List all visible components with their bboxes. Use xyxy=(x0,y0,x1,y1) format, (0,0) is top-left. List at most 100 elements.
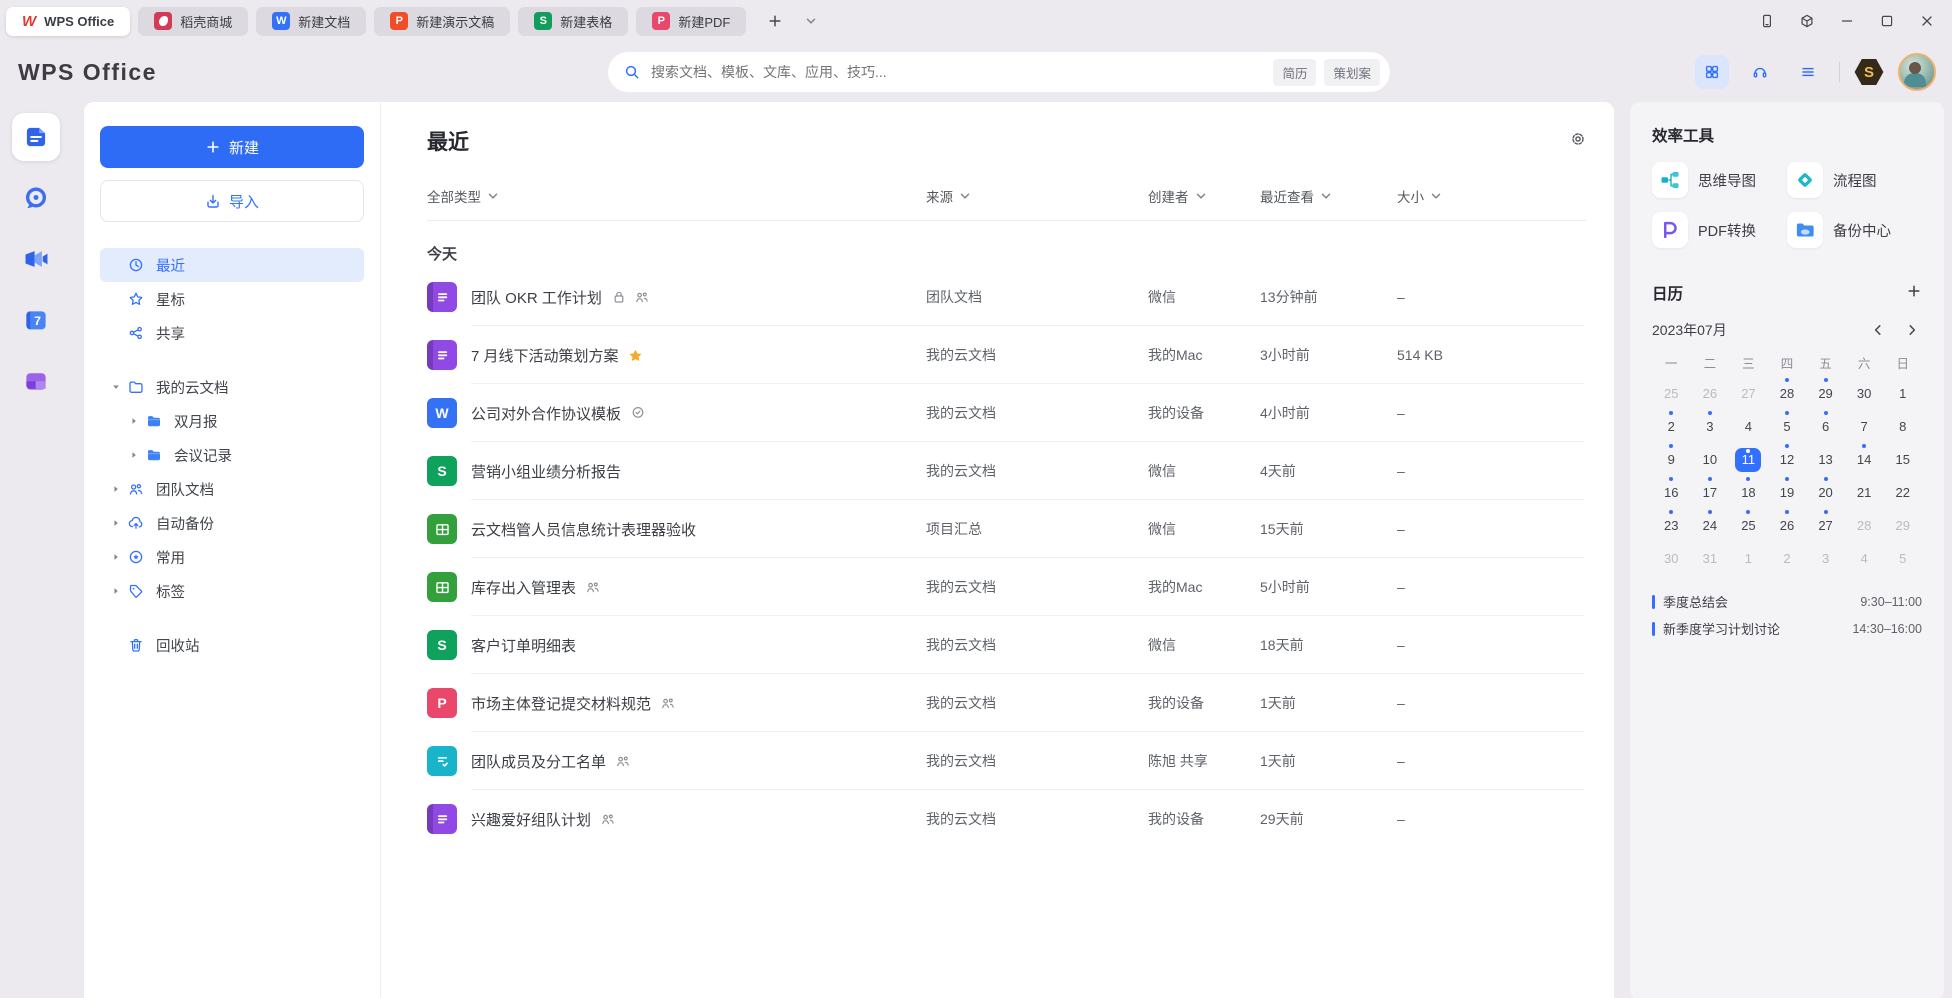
tool-4[interactable]: 备份中心 xyxy=(1787,212,1922,248)
rail-item-documents[interactable] xyxy=(12,113,60,161)
tab-3[interactable]: W新建文档 xyxy=(256,7,366,36)
calendar-day[interactable]: 20 xyxy=(1806,477,1845,508)
close-button[interactable] xyxy=(1912,6,1942,36)
file-row-7[interactable]: S客户订单明细表我的云文档微信18天前– xyxy=(427,616,1586,674)
calendar-day[interactable]: 27 xyxy=(1729,378,1768,409)
membership-badge[interactable]: S xyxy=(1854,59,1884,86)
main-menu-icon[interactable] xyxy=(1791,55,1825,89)
file-row-2[interactable]: 7 月线下活动策划方案我的云文档我的Mac3小时前514 KB xyxy=(427,326,1586,384)
calendar-day[interactable]: 27 xyxy=(1806,510,1845,541)
caret-right-icon[interactable] xyxy=(108,552,124,562)
tab-5[interactable]: S新建表格 xyxy=(518,7,628,36)
calendar-day[interactable]: 8 xyxy=(1883,411,1922,442)
sidebar-item-12[interactable]: 回收站 xyxy=(100,628,364,662)
file-row-4[interactable]: S营销小组业绩分析报告我的云文档微信4天前– xyxy=(427,442,1586,500)
calendar-day[interactable]: 1 xyxy=(1729,543,1768,574)
calendar-day-selected[interactable]: 11 xyxy=(1729,444,1768,475)
calendar-day[interactable]: 3 xyxy=(1691,411,1730,442)
file-row-9[interactable]: 团队成员及分工名单我的云文档陈旭 共享1天前– xyxy=(427,732,1586,790)
tab-6[interactable]: P新建PDF xyxy=(636,7,746,36)
rail-item-meeting[interactable] xyxy=(12,235,60,283)
sidebar-item-7[interactable]: 团队文档 xyxy=(100,472,364,506)
apps-grid-icon[interactable] xyxy=(1695,55,1729,89)
tab-1[interactable]: WWPS Office xyxy=(6,7,130,36)
calendar-day[interactable]: 29 xyxy=(1883,510,1922,541)
calendar-day[interactable]: 4 xyxy=(1729,411,1768,442)
caret-right-icon[interactable] xyxy=(126,416,142,426)
calendar-prev-icon[interactable] xyxy=(1868,320,1888,340)
calendar-day[interactable]: 2 xyxy=(1768,543,1807,574)
calendar-day[interactable]: 7 xyxy=(1845,411,1884,442)
calendar-day[interactable]: 18 xyxy=(1729,477,1768,508)
tool-2[interactable]: 流程图 xyxy=(1787,162,1922,198)
search-input[interactable] xyxy=(649,63,1265,81)
file-row-6[interactable]: 库存出入管理表我的云文档我的Mac5小时前– xyxy=(427,558,1586,616)
file-row-5[interactable]: 云文档管人员信息统计表理器验收项目汇总微信15天前– xyxy=(427,500,1586,558)
calendar-day[interactable]: 25 xyxy=(1729,510,1768,541)
search-tag-resume[interactable]: 简历 xyxy=(1273,59,1316,86)
file-row-8[interactable]: P市场主体登记提交材料规范我的云文档我的设备1天前– xyxy=(427,674,1586,732)
mobile-device-icon[interactable] xyxy=(1752,6,1782,36)
calendar-day[interactable]: 5 xyxy=(1883,543,1922,574)
calendar-day[interactable]: 4 xyxy=(1845,543,1884,574)
calendar-event-2[interactable]: 新季度学习计划讨论14:30–16:00 xyxy=(1652,615,1922,642)
rail-item-calendar[interactable]: 7 xyxy=(12,296,60,344)
calendar-day[interactable]: 28 xyxy=(1845,510,1884,541)
calendar-day[interactable]: 6 xyxy=(1806,411,1845,442)
calendar-day[interactable]: 25 xyxy=(1652,378,1691,409)
calendar-day[interactable]: 14 xyxy=(1845,444,1884,475)
user-avatar[interactable] xyxy=(1898,53,1936,91)
file-row-3[interactable]: W公司对外合作协议模板我的云文档我的设备4小时前– xyxy=(427,384,1586,442)
filter-5[interactable]: 大小 xyxy=(1397,186,1586,206)
calendar-day[interactable]: 17 xyxy=(1691,477,1730,508)
sidebar-item-10[interactable]: 标签 xyxy=(100,574,364,608)
tool-1[interactable]: 思维导图 xyxy=(1652,162,1787,198)
calendar-day[interactable]: 1 xyxy=(1883,378,1922,409)
calendar-day[interactable]: 29 xyxy=(1806,378,1845,409)
filter-2[interactable]: 来源 xyxy=(926,186,1148,206)
calendar-day[interactable]: 26 xyxy=(1768,510,1807,541)
caret-right-icon[interactable] xyxy=(126,450,142,460)
calendar-event-1[interactable]: 季度总结会9:30–11:00 xyxy=(1652,588,1922,615)
search-box[interactable]: 简历 策划案 xyxy=(608,52,1390,92)
new-tab-button[interactable] xyxy=(762,8,788,34)
calendar-day[interactable]: 24 xyxy=(1691,510,1730,541)
calendar-day[interactable]: 30 xyxy=(1845,378,1884,409)
sidebar-item-8[interactable]: 自动备份 xyxy=(100,506,364,540)
filter-3[interactable]: 创建者 xyxy=(1148,186,1260,206)
search-tag-plan[interactable]: 策划案 xyxy=(1324,59,1380,86)
calendar-day[interactable]: 30 xyxy=(1652,543,1691,574)
calendar-day[interactable]: 3 xyxy=(1806,543,1845,574)
calendar-day[interactable]: 12 xyxy=(1768,444,1807,475)
file-row-10[interactable]: 兴趣爱好组队计划我的云文档我的设备29天前– xyxy=(427,790,1586,848)
calendar-day[interactable]: 5 xyxy=(1768,411,1807,442)
caret-right-icon[interactable] xyxy=(108,586,124,596)
calendar-day[interactable]: 16 xyxy=(1652,477,1691,508)
minimize-button[interactable] xyxy=(1832,6,1862,36)
calendar-day[interactable]: 26 xyxy=(1691,378,1730,409)
sidebar-item-2[interactable]: 共享 xyxy=(100,316,364,350)
tab-4[interactable]: P新建演示文稿 xyxy=(374,7,510,36)
sidebar-item-0[interactable]: 最近 xyxy=(100,248,364,282)
calendar-add-icon[interactable] xyxy=(1906,283,1922,304)
new-document-button[interactable]: 新建 xyxy=(100,126,364,168)
support-headset-icon[interactable] xyxy=(1743,55,1777,89)
sidebar-item-5[interactable]: 双月报 xyxy=(118,404,364,438)
import-button[interactable]: 导入 xyxy=(100,180,364,222)
caret-right-icon[interactable] xyxy=(108,484,124,494)
sidebar-item-1[interactable]: 星标 xyxy=(100,282,364,316)
sidebar-item-4[interactable]: 我的云文档 xyxy=(100,370,364,404)
rail-item-apps[interactable] xyxy=(12,357,60,405)
rail-item-chat[interactable] xyxy=(12,174,60,222)
calendar-day[interactable]: 9 xyxy=(1652,444,1691,475)
list-settings-gear-icon[interactable] xyxy=(1570,131,1586,152)
tab-2[interactable]: 稻壳商城 xyxy=(138,7,248,36)
caret-down-icon[interactable] xyxy=(108,382,124,392)
sidebar-item-6[interactable]: 会议记录 xyxy=(118,438,364,472)
tab-list-chevron[interactable] xyxy=(798,8,824,34)
calendar-day[interactable]: 22 xyxy=(1883,477,1922,508)
filter-4[interactable]: 最近查看 xyxy=(1260,186,1397,206)
calendar-day[interactable]: 19 xyxy=(1768,477,1807,508)
calendar-day[interactable]: 15 xyxy=(1883,444,1922,475)
calendar-day[interactable]: 28 xyxy=(1768,378,1807,409)
